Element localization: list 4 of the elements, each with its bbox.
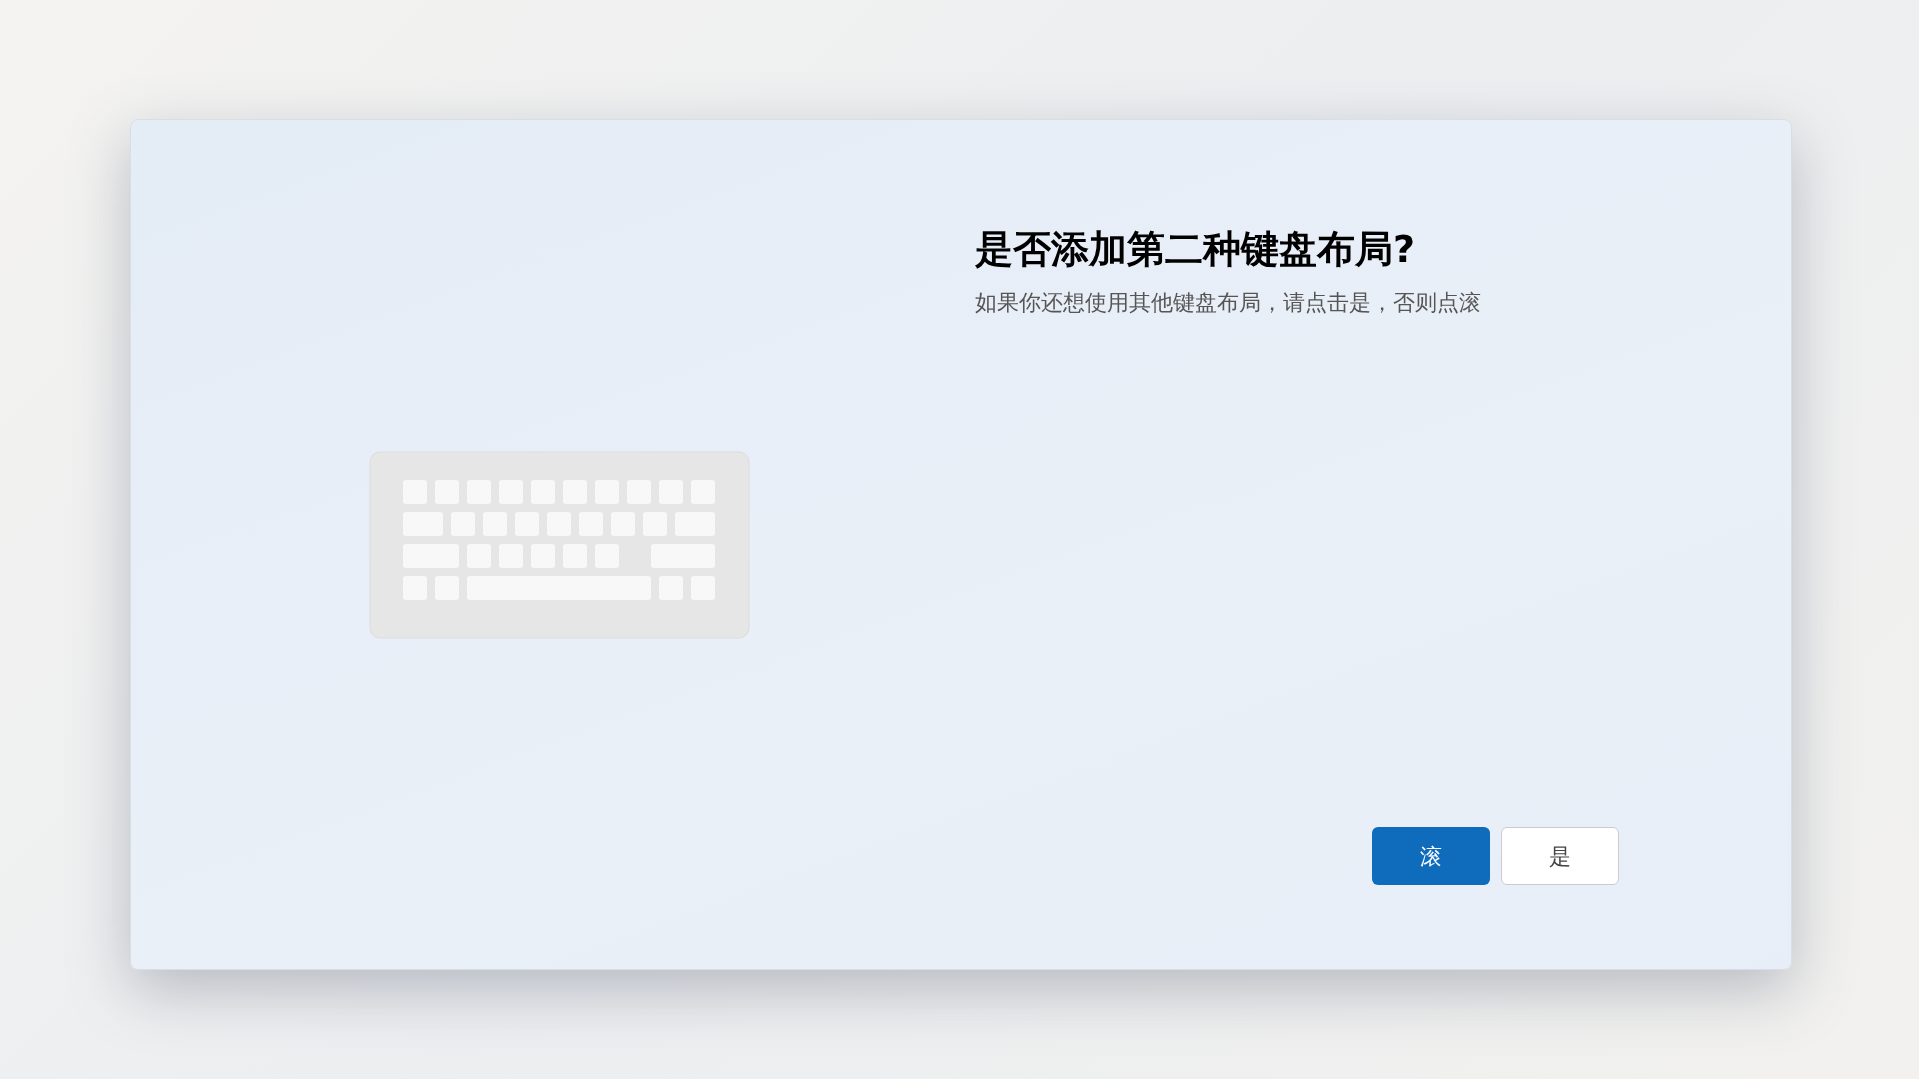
primary-button[interactable]: 滚: [1372, 827, 1490, 885]
secondary-button[interactable]: 是: [1501, 827, 1619, 885]
dialog-title: 是否添加第二种键盘布局?: [975, 226, 1416, 273]
dialog-subtitle: 如果你还想使用其他键盘布局，请点击是，否则点滚: [975, 288, 1481, 317]
